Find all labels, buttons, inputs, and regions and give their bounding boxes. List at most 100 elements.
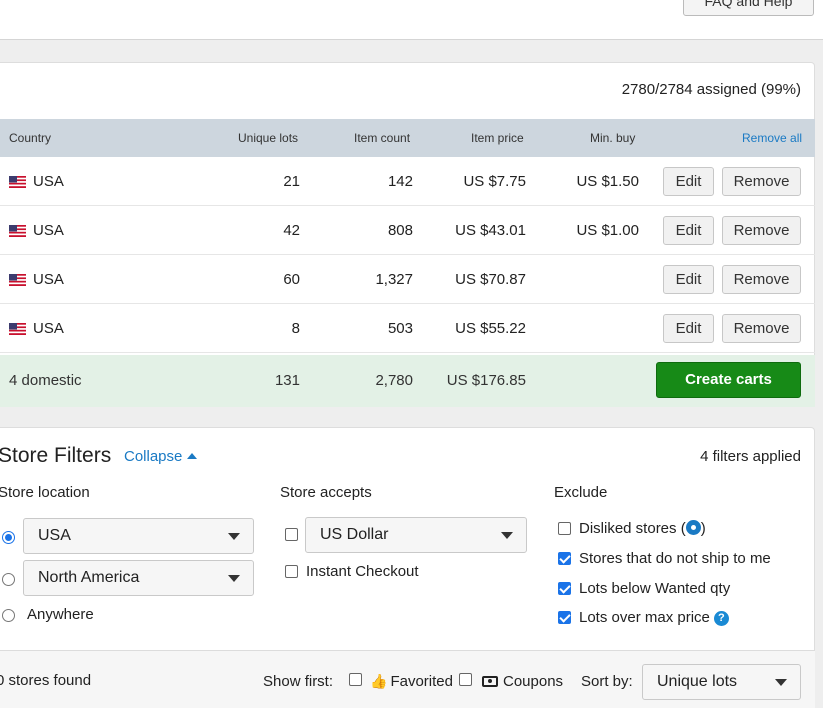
- favorited-label: Favorited: [390, 673, 453, 690]
- below-wanted-label: Lots below Wanted qty: [579, 580, 731, 597]
- row-item-price: US $43.01: [455, 222, 526, 239]
- no-ship-label: Stores that do not ship to me: [579, 550, 771, 567]
- location-select-value: USA: [38, 527, 71, 544]
- row-item-price: US $55.22: [455, 320, 526, 337]
- dropdown-arrow-icon: [775, 679, 787, 686]
- assigned-count: 2780/2784 assigned (99%): [621, 81, 801, 98]
- us-flag-icon: [9, 176, 26, 188]
- total-label: 4 domestic: [9, 372, 82, 389]
- disliked-suffix: ): [700, 520, 706, 537]
- edit-button[interactable]: Edit: [663, 216, 714, 245]
- row-country: USA: [33, 271, 64, 288]
- location-select-region[interactable]: North America: [23, 560, 254, 596]
- cart-summary-panel: 2780/2784 assigned (99%) Country Unique …: [0, 62, 815, 407]
- region-select-value: North America: [38, 569, 140, 586]
- store-location-heading: Store location: [0, 484, 90, 501]
- remove-button[interactable]: Remove: [722, 167, 801, 196]
- remove-button[interactable]: Remove: [722, 216, 801, 245]
- table-row: USA 42 808 US $43.01 US $1.00 Edit Remov…: [0, 206, 815, 255]
- col-item-count: Item count: [354, 131, 411, 145]
- instant-checkout-checkbox[interactable]: [285, 565, 298, 578]
- remove-button[interactable]: Remove: [722, 314, 801, 343]
- over-max-text: Lots over max price: [579, 609, 710, 626]
- row-country: USA: [33, 320, 64, 337]
- currency-select[interactable]: US Dollar: [305, 517, 527, 553]
- instant-checkout-label: Instant Checkout: [306, 563, 419, 580]
- filters-applied-count: 4 filters applied: [700, 448, 801, 465]
- row-item-price: US $70.87: [455, 271, 526, 288]
- col-unique-lots: Unique lots: [238, 131, 299, 145]
- top-bar: FAQ and Help: [0, 0, 823, 40]
- us-flag-icon: [9, 225, 26, 237]
- disliked-stores-checkbox[interactable]: [558, 522, 571, 535]
- dropdown-arrow-icon: [228, 533, 240, 540]
- row-min-buy: US $1.00: [576, 222, 639, 239]
- no-ship-checkbox[interactable]: [558, 552, 571, 565]
- stores-found-count: 0 stores found: [0, 672, 92, 689]
- col-item-price: Item price: [471, 131, 524, 145]
- favorited-option: 👍 Favorited: [370, 673, 453, 690]
- table-row: USA 21 142 US $7.75 US $1.50 Edit Remove: [0, 157, 815, 206]
- coupon-icon: [482, 676, 498, 687]
- remove-button[interactable]: Remove: [722, 265, 801, 294]
- over-max-label: Lots over max price?: [579, 609, 729, 626]
- help-icon[interactable]: ?: [713, 611, 729, 626]
- coupons-option: Coupons: [482, 673, 563, 690]
- row-item-count: 808: [387, 222, 413, 239]
- edit-button[interactable]: Edit: [663, 167, 714, 196]
- store-accepts-heading: Store accepts: [280, 484, 372, 501]
- location-select-country[interactable]: USA: [23, 518, 254, 554]
- below-wanted-checkbox[interactable]: [558, 582, 571, 595]
- over-max-checkbox[interactable]: [558, 611, 571, 624]
- total-item-price: US $176.85: [446, 372, 526, 389]
- gear-icon[interactable]: [685, 520, 701, 535]
- location-radio-anywhere[interactable]: [2, 609, 15, 622]
- row-unique-lots: 42: [283, 222, 300, 239]
- table-row: USA 60 1,327 US $70.87 Edit Remove: [0, 255, 815, 304]
- row-unique-lots: 21: [283, 173, 300, 190]
- dropdown-arrow-icon: [228, 575, 240, 582]
- store-filters-title: Store Filters: [0, 444, 112, 467]
- row-country: USA: [33, 222, 64, 239]
- results-bar: 0 stores found Show first: 👍 Favorited Co…: [0, 650, 815, 708]
- total-item-count: 2,780: [375, 372, 413, 389]
- table-header: Country Unique lots Item count Item pric…: [0, 119, 815, 157]
- row-min-buy: US $1.50: [576, 173, 639, 190]
- currency-checkbox[interactable]: [285, 528, 298, 541]
- store-filters-panel: Store Filters Collapse 4 filters applied…: [0, 427, 815, 652]
- sort-select-value: Unique lots: [657, 673, 738, 690]
- row-item-count: 142: [387, 173, 413, 190]
- row-unique-lots: 60: [283, 271, 300, 288]
- edit-button[interactable]: Edit: [663, 265, 714, 294]
- table-row: USA 8 503 US $55.22 Edit Remove: [0, 304, 815, 353]
- col-country: Country: [9, 131, 52, 145]
- col-min-buy: Min. buy: [590, 131, 636, 145]
- faq-help-button[interactable]: FAQ and Help: [683, 0, 814, 16]
- favorited-checkbox[interactable]: [349, 673, 362, 686]
- edit-button[interactable]: Edit: [663, 314, 714, 343]
- collapse-toggle[interactable]: Collapse: [124, 448, 198, 465]
- total-unique-lots: 131: [274, 372, 300, 389]
- row-item-count: 503: [387, 320, 413, 337]
- row-item-count: 1,327: [375, 271, 413, 288]
- sort-select[interactable]: Unique lots: [642, 664, 801, 700]
- collapse-label: Collapse: [124, 448, 183, 465]
- thumbs-up-icon: 👍: [370, 673, 388, 689]
- show-first-label: Show first:: [263, 673, 334, 690]
- disliked-prefix: Disliked stores (: [579, 520, 686, 537]
- row-country: USA: [33, 173, 64, 190]
- totals-row: 4 domestic 131 2,780 US $176.85 Create c…: [0, 355, 815, 407]
- currency-select-value: US Dollar: [320, 526, 389, 543]
- us-flag-icon: [9, 274, 26, 286]
- coupons-label: Coupons: [503, 673, 564, 690]
- remove-all-link[interactable]: Remove all: [742, 131, 802, 145]
- exclude-heading: Exclude: [554, 484, 608, 501]
- disliked-stores-label: Disliked stores (): [579, 520, 706, 537]
- sort-by-label: Sort by:: [581, 673, 633, 690]
- dropdown-arrow-icon: [501, 532, 513, 539]
- coupons-checkbox[interactable]: [459, 673, 472, 686]
- caret-up-icon: [187, 453, 198, 459]
- location-radio-usa[interactable]: [2, 531, 15, 544]
- create-carts-button[interactable]: Create carts: [656, 362, 801, 398]
- location-radio-region[interactable]: [2, 573, 15, 586]
